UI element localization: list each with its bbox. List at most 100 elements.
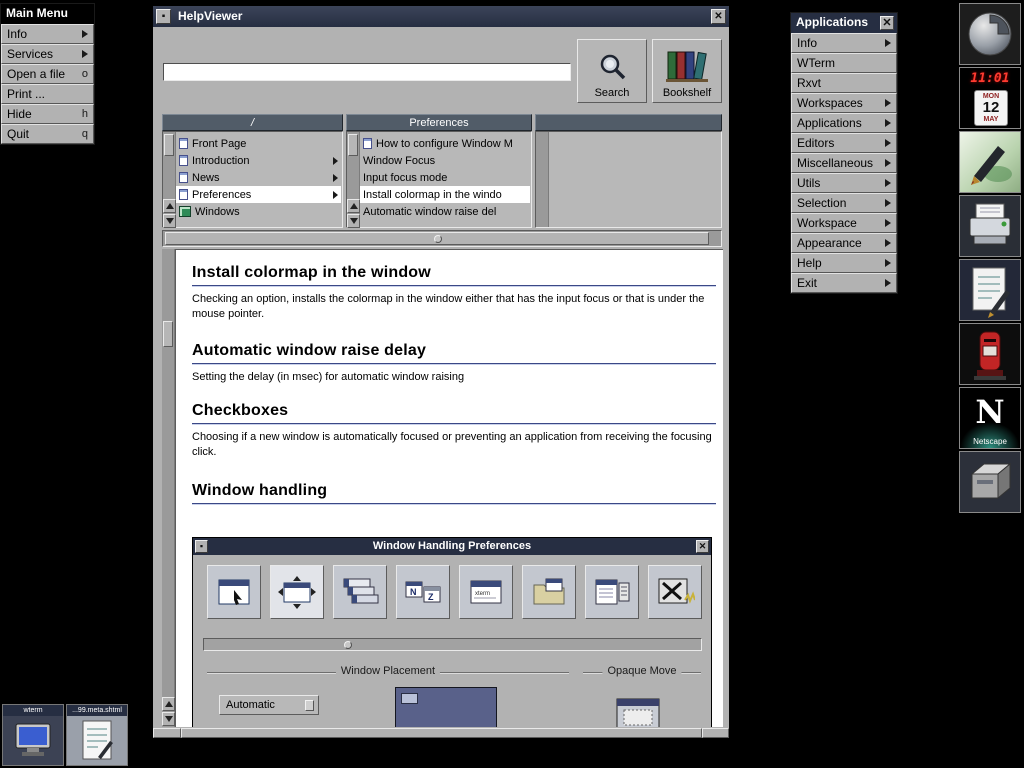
search-button[interactable]: Search	[577, 39, 647, 103]
calendar-icon: MON 12 MAY	[974, 90, 1008, 126]
app-menu-item-info[interactable]: Info	[791, 33, 897, 53]
scroll-down-button[interactable]	[162, 712, 175, 726]
browser-item-news[interactable]: News	[176, 169, 341, 186]
popup-handle-icon	[305, 700, 314, 711]
dock-icon-clock[interactable]: 11:01 MON 12 MAY	[959, 67, 1021, 129]
submenu-arrow-icon	[885, 159, 891, 167]
close-icon: ✕	[696, 540, 709, 553]
menu-item-services[interactable]: Services	[1, 44, 94, 64]
helpviewer-titlebar[interactable]: ▪ HelpViewer ✕	[153, 6, 729, 27]
dock-icon-archive[interactable]	[959, 451, 1021, 513]
browser-column3-scrollbar[interactable]	[536, 132, 549, 227]
submenu-arrow-icon	[885, 39, 891, 47]
scrollbar-knob[interactable]	[164, 134, 174, 156]
app-menu-item-miscellaneous[interactable]: Miscellaneous	[791, 153, 897, 173]
menu-item-print[interactable]: Print ...	[1, 84, 94, 104]
scroll-up-button[interactable]	[163, 199, 176, 213]
section-heading: Checkboxes	[192, 402, 716, 424]
lcd-time: 11:01	[960, 71, 1020, 86]
scroll-up-button[interactable]	[162, 697, 175, 711]
svg-text:N: N	[410, 587, 417, 597]
netscape-label: Netscape	[960, 437, 1020, 446]
submenu-arrow-icon	[885, 219, 891, 227]
app-menu-item-utils[interactable]: Utils	[791, 173, 897, 193]
app-menu-item-selection[interactable]: Selection	[791, 193, 897, 213]
menu-close-icon[interactable]: ✕	[880, 16, 894, 30]
browser-item-preferences[interactable]: Preferences	[176, 186, 341, 203]
printer-icon	[960, 243, 1020, 257]
resize-handle-middle[interactable]	[181, 728, 702, 738]
miniwindow-wterm[interactable]: wterm	[2, 704, 64, 766]
main-menu-title[interactable]: Main Menu	[1, 4, 94, 24]
app-menu-item-help[interactable]: Help	[791, 253, 897, 273]
document-icon	[179, 189, 188, 200]
up-arrow-icon	[165, 701, 173, 707]
close-button[interactable]: ✕	[711, 9, 726, 24]
menu-item-quit[interactable]: Quitq	[1, 124, 94, 144]
opaque-move-icon	[615, 697, 665, 727]
document-icon	[179, 155, 188, 166]
menu-item-open-a-file[interactable]: Open a fileo	[1, 64, 94, 84]
crash-handling-icon	[648, 565, 702, 619]
submenu-arrow-icon	[333, 174, 338, 182]
submenu-arrow-icon	[885, 139, 891, 147]
browser-column2-scrollbar[interactable]	[347, 132, 360, 227]
window-saving-icon	[522, 565, 576, 619]
bookshelf-button-label: Bookshelf	[663, 87, 711, 99]
menu-item-info[interactable]: Info	[1, 24, 94, 44]
browser-item-automatic-raise[interactable]: Automatic window raise del	[360, 203, 530, 220]
app-menu-item-appearance[interactable]: Appearance	[791, 233, 897, 253]
scroll-up-button[interactable]	[347, 199, 360, 213]
browser-column1-header: /	[162, 114, 343, 131]
miniwindow-label: wterm	[3, 705, 63, 716]
resize-handle-left[interactable]	[153, 728, 181, 738]
dock-icon-printer[interactable]	[959, 195, 1021, 257]
window-placement-group: Window Placement Automatic	[207, 672, 569, 727]
resize-handle-right[interactable]	[702, 728, 729, 738]
browser-item-install-colormap[interactable]: Install colormap in the windo	[360, 186, 530, 203]
window-moving-icon	[270, 565, 324, 619]
slider-knob-icon	[344, 641, 352, 649]
scroll-down-button[interactable]	[347, 214, 360, 228]
bookshelf-icon	[665, 50, 709, 85]
dock-icon-notes[interactable]	[959, 259, 1021, 321]
content-area: Install colormap in the window Checking …	[162, 249, 723, 727]
applications-menu-title[interactable]: Applications ✕	[791, 13, 897, 33]
section-heading: Install colormap in the window	[192, 264, 716, 286]
dock-icon-mailbox[interactable]	[959, 323, 1021, 385]
app-menu-item-exit[interactable]: Exit	[791, 273, 897, 293]
section-heading: Window handling	[192, 482, 716, 504]
dock-icon-paint[interactable]	[959, 131, 1021, 193]
app-menu-item-wterm[interactable]: WTerm	[791, 53, 897, 73]
browser-item-windows[interactable]: Windows	[176, 203, 341, 220]
app-menu-item-rxvt[interactable]: Rxvt	[791, 73, 897, 93]
app-menu-item-workspace[interactable]: Workspace	[791, 213, 897, 233]
section-body: Setting the delay (in msec) for automati…	[192, 370, 716, 385]
browser-item-introduction[interactable]: Introduction	[176, 152, 341, 169]
browser-item-front-page[interactable]: Front Page	[176, 135, 341, 152]
app-menu-item-applications[interactable]: Applications	[791, 113, 897, 133]
menu-item-hide[interactable]: Hideh	[1, 104, 94, 124]
dock-icon-netscape[interactable]: N Netscape	[959, 387, 1021, 449]
search-input[interactable]	[163, 63, 571, 81]
browser-item-window-focus[interactable]: Window Focus	[360, 152, 530, 169]
submenu-arrow-icon	[82, 50, 88, 58]
window-handling-preferences-illustration: ▪ Window Handling Preferences ✕ NZ xt	[192, 537, 712, 727]
browser-item-how-to-configure[interactable]: How to configure Window M	[360, 135, 530, 152]
content-vertical-scrollbar[interactable]	[162, 249, 175, 727]
main-menu: Main Menu Info Services Open a fileo Pri…	[0, 3, 95, 145]
browser-column1-scrollbar[interactable]	[163, 132, 176, 227]
miniaturize-button[interactable]: ▪	[156, 9, 171, 24]
scrollbar-knob[interactable]	[163, 321, 173, 347]
app-menu-item-editors[interactable]: Editors	[791, 133, 897, 153]
dock-icon-window-maker[interactable]	[959, 3, 1021, 65]
scroll-down-button[interactable]	[163, 214, 176, 228]
miniwindow-meta-shtml[interactable]: ...99.meta.shtml	[66, 704, 128, 766]
scrollbar-knob[interactable]	[348, 134, 358, 156]
app-menu-item-workspaces[interactable]: Workspaces	[791, 93, 897, 113]
browser-item-input-focus-mode[interactable]: Input focus mode	[360, 169, 530, 186]
horizontal-scrollbar-knob[interactable]	[165, 232, 709, 245]
preview-window-icon	[401, 693, 418, 704]
bookshelf-button[interactable]: Bookshelf	[652, 39, 722, 103]
browser-horizontal-scrollbar[interactable]	[162, 230, 722, 247]
